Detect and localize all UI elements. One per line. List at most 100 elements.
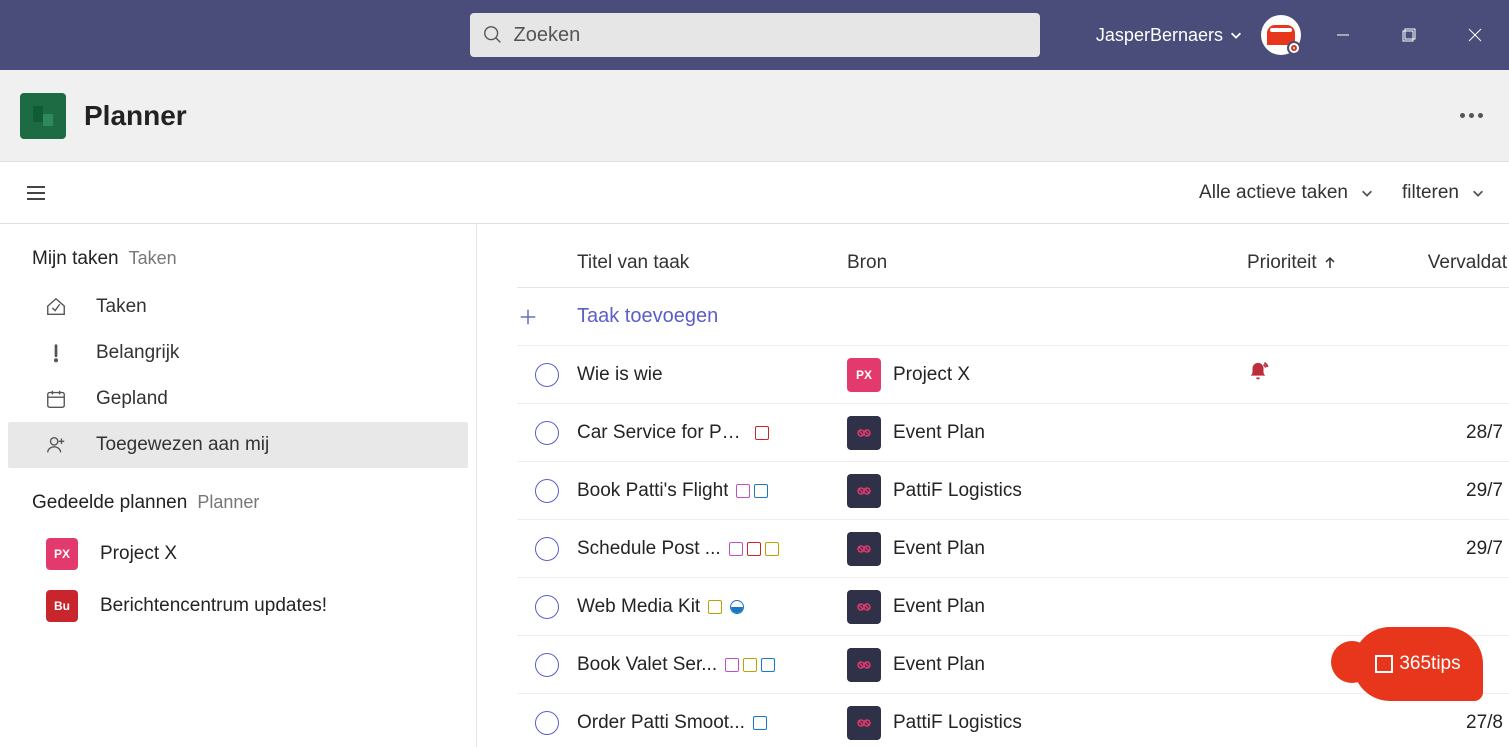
- sidebar-plan-bericht[interactable]: Bu Berichtencentrum updates!: [4, 580, 472, 632]
- task-title: Order Patti Smoot...: [577, 712, 745, 734]
- source-label: Event Plan: [893, 538, 985, 560]
- presence-icon: [1287, 41, 1301, 55]
- table-row[interactable]: Book Patti's Flight PattiF Logistics 29/7: [517, 462, 1509, 520]
- section-primary: Mijn taken: [32, 248, 119, 270]
- add-task-label: Taak toevoegen: [577, 305, 1509, 328]
- section-secondary: Taken: [129, 248, 177, 269]
- due-cell: 29/7: [1397, 480, 1507, 502]
- sidebar-item-tasks[interactable]: Taken: [8, 284, 468, 330]
- sidebar-item-assigned[interactable]: Toegewezen aan mij: [8, 422, 468, 468]
- task-title: Book Patti's Flight: [577, 480, 728, 502]
- view-label: Alle actieve taken: [1199, 182, 1348, 204]
- user-menu[interactable]: JasperBernaers: [1096, 25, 1243, 46]
- sidebar-plan-projectx[interactable]: PX Project X: [4, 528, 472, 580]
- complete-radio[interactable]: [535, 711, 559, 735]
- task-title: Wie is wie: [577, 364, 663, 386]
- color-tag: [765, 542, 779, 556]
- more-button[interactable]: [1454, 107, 1489, 124]
- sidebar-item-label: Gepland: [96, 388, 168, 410]
- source-cell: Event Plan: [847, 590, 1247, 624]
- table-row[interactable]: Schedule Post ... Event Plan 29/7: [517, 520, 1509, 578]
- table-row[interactable]: Web Media Kit Event Plan: [517, 578, 1509, 636]
- source-label: PattiF Logistics: [893, 712, 1022, 734]
- task-title: Schedule Post ...: [577, 538, 721, 560]
- plan-badge: Bu: [46, 590, 78, 622]
- app-header: Planner: [0, 70, 1509, 162]
- search-input[interactable]: [470, 13, 1040, 57]
- color-tag: [743, 658, 757, 672]
- source-cell: Event Plan: [847, 648, 1247, 682]
- chevron-down-icon: [1360, 186, 1374, 200]
- th-due[interactable]: Vervaldat: [1397, 252, 1507, 274]
- watermark-badge: 365tips: [1353, 627, 1483, 701]
- source-badge: [847, 648, 881, 682]
- color-tag: [761, 658, 775, 672]
- source-badge: [847, 532, 881, 566]
- add-task-row[interactable]: Taak toevoegen: [517, 288, 1509, 346]
- th-title[interactable]: Titel van taak: [577, 252, 847, 274]
- avatar[interactable]: [1261, 15, 1301, 55]
- toolbar: Alle actieve taken filteren: [0, 162, 1509, 224]
- color-tag: [725, 658, 739, 672]
- tag-group: [755, 426, 769, 440]
- task-title: Book Valet Ser...: [577, 654, 717, 676]
- minimize-button[interactable]: [1319, 20, 1367, 50]
- sidebar: Mijn taken Taken Taken Belangrijk Geplan…: [0, 224, 477, 747]
- hamburger-icon[interactable]: [24, 181, 48, 205]
- sidebar-item-planned[interactable]: Gepland: [8, 376, 468, 422]
- source-cell: PattiF Logistics: [847, 474, 1247, 508]
- table-row[interactable]: Order Patti Smoot... PattiF Logistics 27/8: [517, 694, 1509, 747]
- watermark-label: 365tips: [1399, 653, 1460, 675]
- close-button[interactable]: [1451, 20, 1499, 50]
- source-cell: PattiF Logistics: [847, 706, 1247, 740]
- table-row[interactable]: Wie is wie PX Project X: [517, 346, 1509, 404]
- th-source[interactable]: Bron: [847, 252, 1247, 274]
- source-cell: PX Project X: [847, 358, 1247, 392]
- source-badge: PX: [847, 358, 881, 392]
- chevron-down-icon: [1471, 186, 1485, 200]
- assigned-icon: [44, 433, 68, 457]
- complete-radio[interactable]: [535, 421, 559, 445]
- due-cell: 29/7: [1397, 538, 1507, 560]
- search-icon: [482, 24, 504, 46]
- titlebar: JasperBernaers: [0, 0, 1509, 70]
- priority-cell: [1247, 361, 1397, 389]
- source-label: Event Plan: [893, 422, 985, 444]
- plan-label: Project X: [100, 543, 177, 565]
- due-cell: 27/8: [1397, 712, 1507, 734]
- search-wrap: [470, 13, 1040, 57]
- office-icon: [1375, 655, 1393, 673]
- progress-half-icon: [730, 600, 744, 614]
- complete-radio[interactable]: [535, 363, 559, 387]
- task-title-cell: Car Service for Patt...: [577, 422, 847, 444]
- source-cell: Event Plan: [847, 416, 1247, 450]
- user-name: JasperBernaers: [1096, 25, 1223, 46]
- th-priority[interactable]: Prioriteit: [1247, 252, 1397, 274]
- sidebar-item-important[interactable]: Belangrijk: [8, 330, 468, 376]
- task-title: Car Service for Patt...: [577, 422, 747, 444]
- tag-group: [753, 716, 767, 730]
- color-tag: [753, 716, 767, 730]
- table-row[interactable]: Car Service for Patt... Event Plan 28/7: [517, 404, 1509, 462]
- source-cell: Event Plan: [847, 532, 1247, 566]
- planner-app-icon: [20, 93, 66, 139]
- view-dropdown[interactable]: Alle actieve taken: [1199, 182, 1374, 204]
- complete-radio[interactable]: [535, 653, 559, 677]
- filter-label: filteren: [1402, 182, 1459, 204]
- complete-radio[interactable]: [535, 537, 559, 561]
- source-label: PattiF Logistics: [893, 480, 1022, 502]
- complete-radio[interactable]: [535, 595, 559, 619]
- app-title: Planner: [84, 100, 187, 132]
- complete-radio[interactable]: [535, 479, 559, 503]
- task-title: Web Media Kit: [577, 596, 700, 618]
- sort-asc-icon: [1323, 256, 1337, 270]
- filter-dropdown[interactable]: filteren: [1402, 182, 1485, 204]
- main: Mijn taken Taken Taken Belangrijk Geplan…: [0, 224, 1509, 747]
- color-tag: [747, 542, 761, 556]
- source-badge: [847, 416, 881, 450]
- color-tag: [736, 484, 750, 498]
- maximize-button[interactable]: [1385, 20, 1433, 50]
- source-label: Project X: [893, 364, 970, 386]
- due-cell: 28/7: [1397, 422, 1507, 444]
- source-label: Event Plan: [893, 654, 985, 676]
